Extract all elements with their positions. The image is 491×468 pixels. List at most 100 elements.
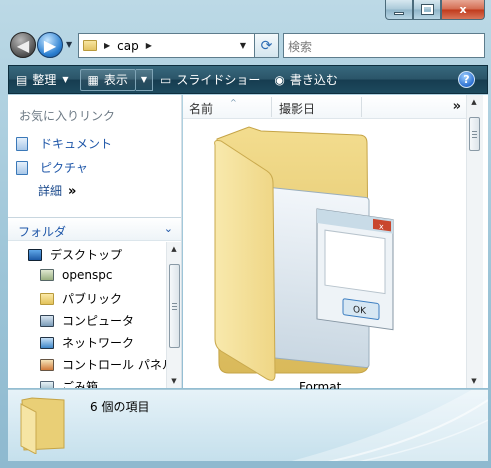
grip-line xyxy=(472,137,477,138)
maximize-button[interactable] xyxy=(413,0,441,20)
tree-item-public[interactable]: パブリック xyxy=(40,290,122,307)
minimize-button[interactable] xyxy=(385,0,413,20)
maximize-icon xyxy=(420,4,434,15)
views-dropdown[interactable]: ▼ xyxy=(135,68,154,91)
network-icon xyxy=(40,336,54,349)
chevron-down-icon: ▼ xyxy=(62,75,69,84)
scroll-down-icon[interactable]: ▼ xyxy=(167,374,181,388)
burn-button[interactable]: ◉ 書き込む xyxy=(267,66,345,93)
tree-item-recycle-bin[interactable]: ごみ箱 xyxy=(40,378,98,388)
favorite-link-pictures[interactable]: ピクチャ xyxy=(16,159,88,176)
slideshow-icon: ▭ xyxy=(160,72,172,87)
tree-item-computer[interactable]: コンピュータ xyxy=(40,312,134,329)
folder-tree: デスクトップ openspc パブリック コンピュータ ネットワーク コントロー… xyxy=(8,242,166,388)
scroll-up-icon[interactable]: ▲ xyxy=(467,95,481,109)
slideshow-button[interactable]: ▭ スライドショー xyxy=(153,66,267,93)
views-button[interactable]: ▦ 表示 xyxy=(79,68,136,91)
svg-text:OK: OK xyxy=(353,305,367,317)
scroll-up-icon[interactable]: ▲ xyxy=(167,242,181,256)
tree-item-label: デスクトップ xyxy=(50,248,123,262)
explorer-window: x ◀ ▶ ▼ ▶ cap ▶ ▼ ⟳ 検索 ▤ 整理 ▼ ▦ 表示 ▼ ▭ ス… xyxy=(0,0,491,468)
views-label: 表示 xyxy=(103,73,128,87)
sort-ascending-icon: ^ xyxy=(230,98,237,107)
burn-label: 書き込む xyxy=(289,73,338,87)
documents-icon xyxy=(16,136,28,151)
tree-item-desktop[interactable]: デスクトップ xyxy=(28,246,122,263)
help-button[interactable]: ? xyxy=(458,71,475,88)
address-dropdown-icon[interactable]: ▼ xyxy=(240,41,246,50)
minimize-icon xyxy=(394,12,404,15)
svg-text:x: x xyxy=(379,222,384,232)
column-header-name[interactable]: 名前 ^ xyxy=(189,98,237,117)
recent-pages-dropdown[interactable]: ▼ xyxy=(66,40,72,49)
refresh-button[interactable]: ⟳ xyxy=(255,33,279,58)
folder-tree-scrollbar[interactable]: ▲ ▼ xyxy=(166,242,181,388)
refresh-icon: ⟳ xyxy=(260,37,273,54)
scroll-down-icon[interactable]: ▼ xyxy=(467,374,481,388)
column-divider[interactable] xyxy=(271,97,272,117)
grip-line xyxy=(172,306,177,307)
forward-arrow-icon: ▶ xyxy=(43,35,57,55)
title-bar: x xyxy=(0,0,491,26)
item-count: 6 個の項目 xyxy=(90,400,150,414)
double-chevron-right-icon: » xyxy=(68,184,77,199)
breadcrumb-item-cap[interactable]: cap xyxy=(117,39,139,53)
decorative-swoosh xyxy=(291,390,488,461)
forward-button[interactable]: ▶ xyxy=(37,32,63,58)
search-input[interactable]: 検索 xyxy=(283,33,485,58)
favorite-links-title: お気に入りリンク xyxy=(19,109,116,123)
folders-header-label: フォルダ xyxy=(18,225,67,239)
more-columns-icon[interactable]: » xyxy=(453,99,461,114)
favorite-link-documents[interactable]: ドキュメント xyxy=(16,135,112,152)
close-button[interactable]: x xyxy=(441,0,485,20)
tree-item-label: openspc xyxy=(62,268,113,282)
back-arrow-icon: ◀ xyxy=(16,35,30,55)
file-list-scrollbar[interactable]: ▲ ▼ xyxy=(466,95,483,388)
tree-item-label: ごみ箱 xyxy=(62,380,99,388)
navigation-pane: お気に入りリンク ドキュメント ピクチャ 詳細 » フォルダ ⌄ デスクトップ o… xyxy=(8,95,182,388)
folder-icon xyxy=(40,292,54,305)
folder-icon xyxy=(20,397,65,454)
column-divider[interactable] xyxy=(361,97,362,117)
column-headers: 名前 ^ 撮影日 » xyxy=(183,95,469,119)
chevron-down-icon: ▼ xyxy=(140,75,148,84)
organize-button[interactable]: ▤ 整理 ▼ xyxy=(9,66,76,93)
grip-line xyxy=(472,134,477,135)
folder-icon xyxy=(83,40,97,51)
help-icon: ? xyxy=(463,73,470,86)
breadcrumb-separator-icon[interactable]: ▶ xyxy=(104,41,110,50)
control-panel-icon xyxy=(40,358,54,371)
tree-item-label: パブリック xyxy=(62,292,123,306)
tree-item-control-panel[interactable]: コントロール パネル xyxy=(40,356,166,373)
tree-item-openspc[interactable]: openspc xyxy=(40,268,112,282)
tree-item-label: ネットワーク xyxy=(62,336,135,350)
user-folder-icon xyxy=(40,269,54,281)
command-bar: ▤ 整理 ▼ ▦ 表示 ▼ ▭ スライドショー ◉ 書き込む ? xyxy=(8,65,488,94)
favorite-link-label: ピクチャ xyxy=(40,161,88,175)
folders-header[interactable]: フォルダ ⌄ xyxy=(8,217,181,241)
more-links-button[interactable]: 詳細 » xyxy=(38,182,76,199)
pictures-icon xyxy=(16,160,28,175)
favorite-link-label: ドキュメント xyxy=(40,137,113,151)
column-header-date-taken[interactable]: 撮影日 xyxy=(279,100,315,117)
address-bar[interactable]: ▶ cap ▶ ▼ xyxy=(78,33,255,58)
more-links-label: 詳細 xyxy=(38,184,63,198)
folder-icon: x OK xyxy=(214,126,394,381)
organize-label: 整理 xyxy=(32,73,57,87)
recycle-bin-icon xyxy=(40,380,54,388)
organize-icon: ▤ xyxy=(16,72,28,87)
scrollbar-thumb[interactable] xyxy=(169,264,180,348)
back-button[interactable]: ◀ xyxy=(10,32,36,58)
scrollbar-thumb[interactable] xyxy=(469,117,480,151)
column-header-label: 名前 xyxy=(189,102,214,116)
desktop-icon xyxy=(28,248,42,261)
computer-icon xyxy=(40,314,54,327)
tree-item-network[interactable]: ネットワーク xyxy=(40,334,134,351)
close-icon: x xyxy=(459,3,467,16)
grip-line xyxy=(472,131,477,132)
file-item-format[interactable]: x OK xyxy=(209,121,409,386)
grip-line xyxy=(172,303,177,304)
slideshow-label: スライドショー xyxy=(176,73,261,87)
chevron-down-icon: ⌄ xyxy=(163,222,173,235)
breadcrumb-separator-icon[interactable]: ▶ xyxy=(146,41,152,50)
